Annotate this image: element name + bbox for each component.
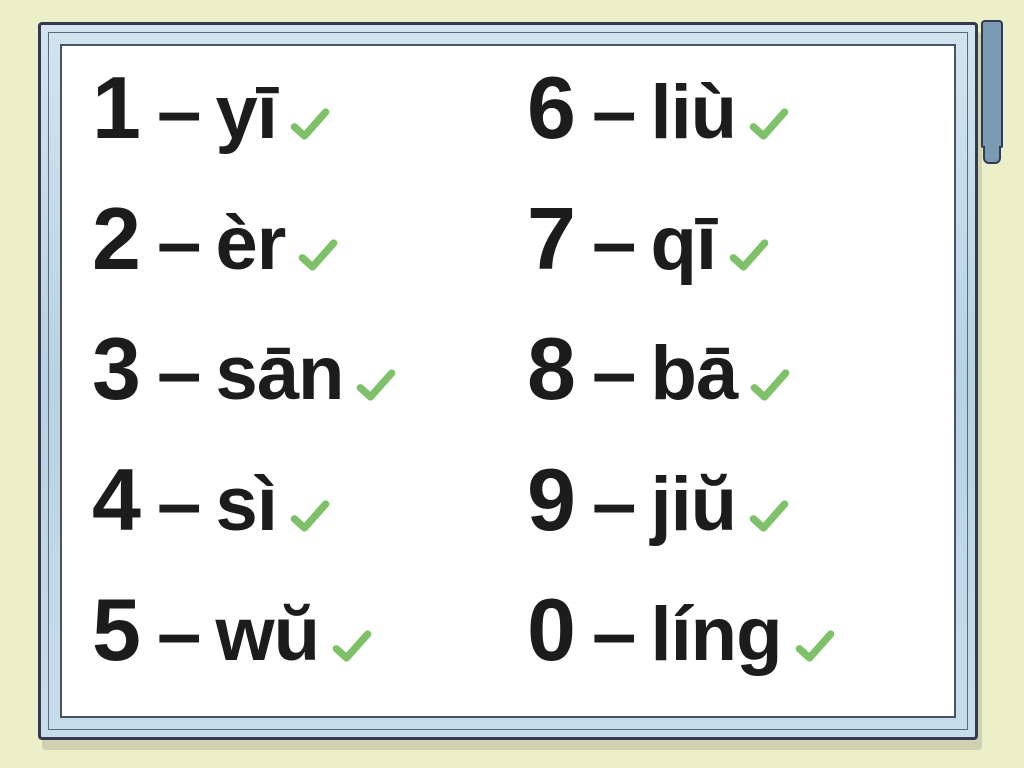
page-background: 1 – yī 2 – èr 3 – sān (0, 0, 1024, 768)
dash: – (157, 332, 202, 412)
number-list: 1 – yī 2 – èr 3 – sān (62, 46, 954, 716)
row-5: 5 – wŭ (92, 586, 499, 706)
check-icon (287, 101, 333, 147)
check-icon (792, 623, 838, 669)
pinyin-label: líng (650, 597, 781, 673)
row-4: 4 – sì (92, 456, 499, 576)
number-label: 6 (527, 64, 574, 152)
pinyin-label: bā (650, 336, 737, 412)
check-icon (747, 362, 793, 408)
pinyin-label: sān (215, 336, 343, 412)
row-9: 9 – jiŭ (527, 456, 934, 576)
pinyin-label: èr (215, 206, 285, 282)
dash: – (592, 332, 637, 412)
dash: – (157, 71, 202, 151)
row-8: 8 – bā (527, 325, 934, 445)
pinyin-label: wŭ (215, 597, 319, 673)
number-label: 3 (92, 325, 139, 413)
check-icon (746, 101, 792, 147)
dash: – (592, 202, 637, 282)
number-label: 0 (527, 586, 574, 674)
dash: – (157, 202, 202, 282)
whiteboard-surface: 1 – yī 2 – èr 3 – sān (60, 44, 956, 718)
pinyin-label: jiŭ (650, 467, 736, 543)
check-icon (746, 493, 792, 539)
check-icon (726, 232, 772, 278)
check-icon (295, 232, 341, 278)
dash: – (592, 593, 637, 673)
pinyin-label: sì (215, 467, 276, 543)
row-7: 7 – qī (527, 195, 934, 315)
number-label: 2 (92, 195, 139, 283)
check-icon (329, 623, 375, 669)
marker-pen (981, 20, 1005, 170)
dash: – (592, 463, 637, 543)
dash: – (157, 593, 202, 673)
row-3: 3 – sān (92, 325, 499, 445)
left-column: 1 – yī 2 – èr 3 – sān (92, 64, 499, 706)
pinyin-label: liù (650, 75, 736, 151)
number-label: 4 (92, 456, 139, 544)
row-0: 0 – líng (527, 586, 934, 706)
pinyin-label: yī (215, 75, 276, 151)
row-6: 6 – liù (527, 64, 934, 184)
dash: – (592, 71, 637, 151)
number-label: 1 (92, 64, 139, 152)
marker-cap (983, 146, 1001, 164)
dash: – (157, 463, 202, 543)
row-1: 1 – yī (92, 64, 499, 184)
number-label: 7 (527, 195, 574, 283)
row-2: 2 – èr (92, 195, 499, 315)
number-label: 8 (527, 325, 574, 413)
pinyin-label: qī (650, 206, 716, 282)
check-icon (353, 362, 399, 408)
check-icon (287, 493, 333, 539)
right-column: 6 – liù 7 – qī 8 – bā (499, 64, 934, 706)
number-label: 9 (527, 456, 574, 544)
number-label: 5 (92, 586, 139, 674)
marker-body (981, 20, 1003, 148)
